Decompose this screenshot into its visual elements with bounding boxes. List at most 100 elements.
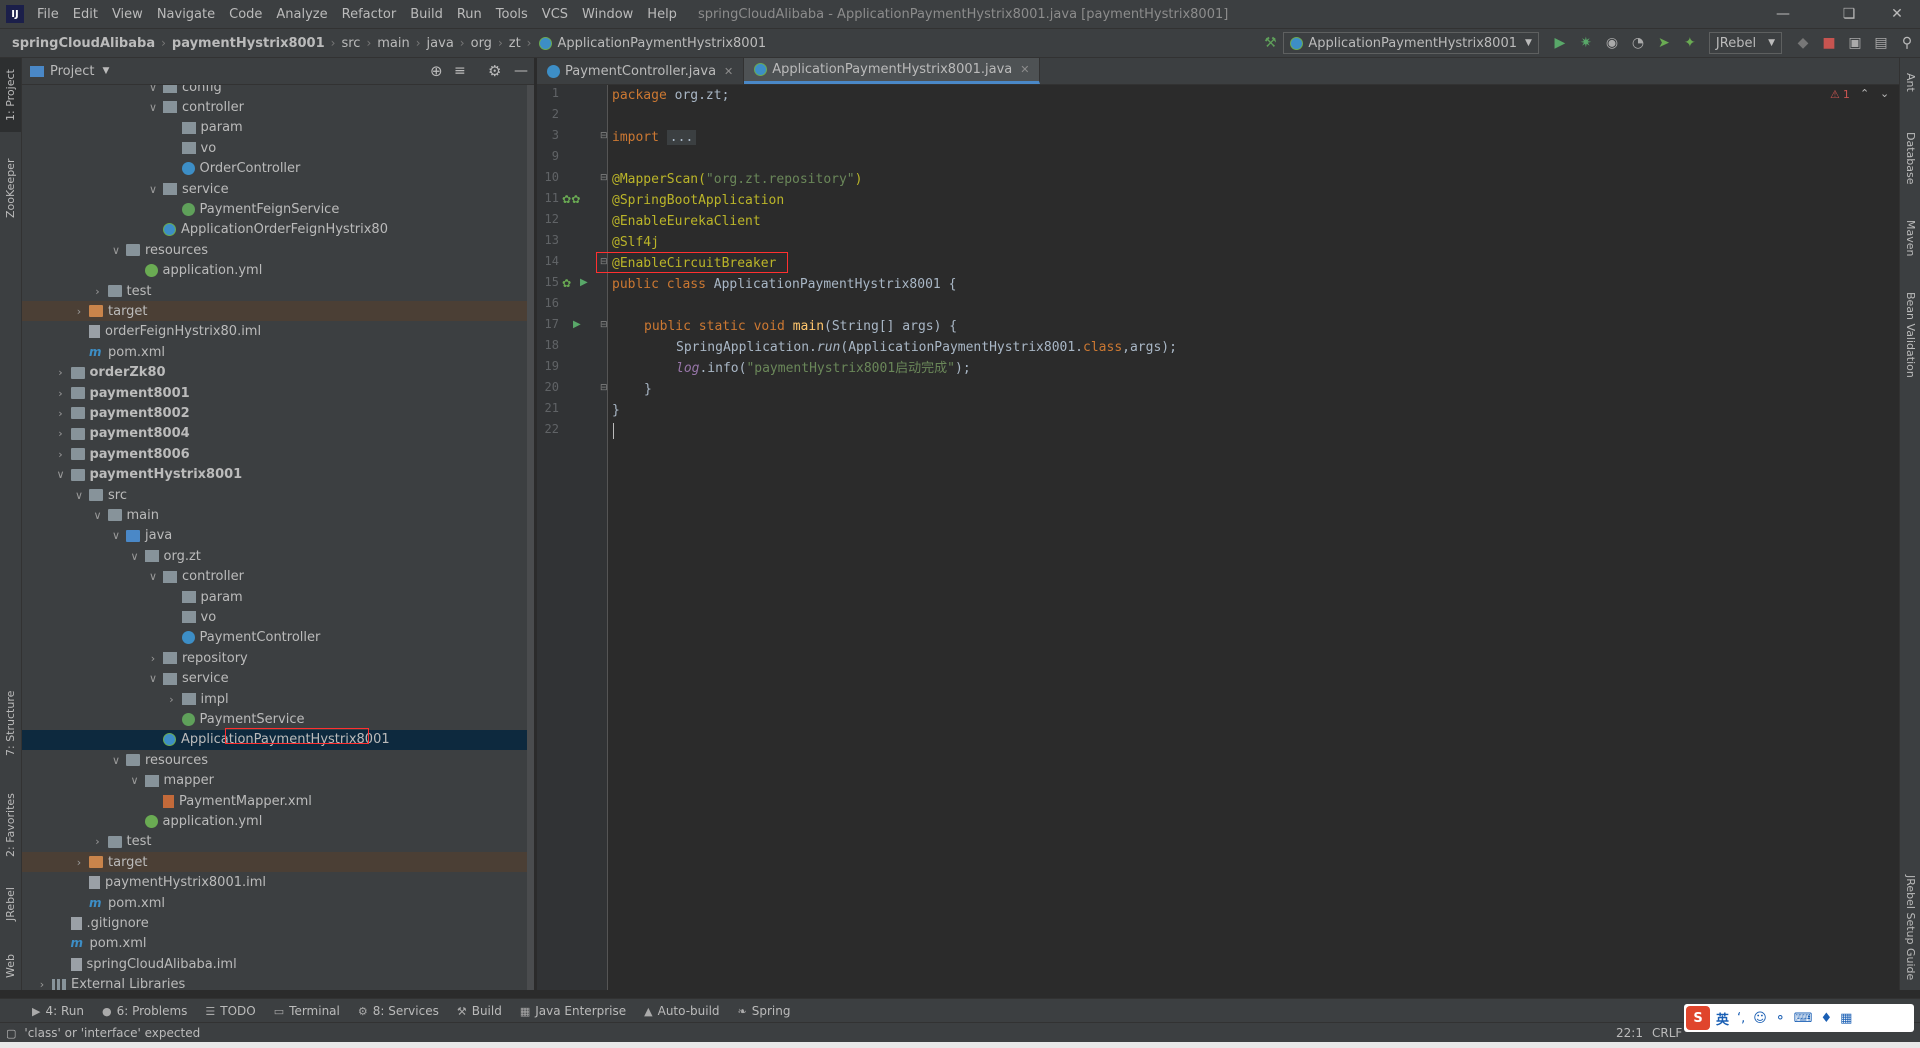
tree-item[interactable]: orderFeignHystrix80.iml — [22, 322, 534, 342]
tree-item[interactable]: ∨ config — [22, 85, 534, 97]
caret-position[interactable]: 22:1 — [1616, 1026, 1643, 1040]
tree-item[interactable]: › test — [22, 281, 534, 301]
chevron-down-icon[interactable]: ∨ — [147, 570, 159, 583]
chevron-down-icon[interactable]: ∨ — [147, 85, 159, 94]
tree-item[interactable]: param — [22, 587, 534, 607]
fold-icon[interactable]: ⊟ — [600, 320, 608, 330]
run-icon[interactable]: ▶ — [1549, 32, 1571, 54]
tree-item[interactable]: ApplicationOrderFeignHystrix80 — [22, 220, 534, 240]
chevron-down-icon[interactable]: ∨ — [147, 101, 159, 114]
tree-item[interactable]: › payment8001 — [22, 383, 534, 403]
tree-item[interactable]: › impl — [22, 689, 534, 709]
chevron-right-icon[interactable]: › — [92, 835, 104, 848]
chevron-down-icon[interactable]: ∨ — [92, 509, 104, 522]
menu-navigate[interactable]: Navigate — [150, 7, 222, 22]
tree-item[interactable]: › target — [22, 301, 534, 322]
fold-icon[interactable]: ⊟ — [600, 173, 608, 183]
chevron-down-icon[interactable]: ∨ — [55, 468, 67, 481]
bottom-tab-spring[interactable]: ❧ Spring — [738, 1004, 791, 1018]
tree-item[interactable]: springCloudAlibaba.iml — [22, 954, 534, 974]
bottom-tab-4-run[interactable]: ▶ 4: Run — [32, 1004, 84, 1018]
chevron-up-icon[interactable]: ⌃ — [1860, 87, 1869, 100]
bottom-tab-java-enterprise[interactable]: ▦ Java Enterprise — [520, 1004, 626, 1018]
menu-code[interactable]: Code — [222, 7, 269, 22]
emoji-icon[interactable]: ☺ — [1753, 1011, 1767, 1026]
search-icon[interactable]: ⚲ — [1896, 32, 1918, 54]
tree-item[interactable]: ∨ main — [22, 505, 534, 525]
restore-icon[interactable]: ❏ — [1826, 0, 1872, 28]
tree-item[interactable]: param — [22, 118, 534, 138]
breadcrumb-main[interactable]: main — [377, 36, 409, 51]
status-window-icon[interactable]: ▢ — [6, 1027, 16, 1040]
run-configuration-select[interactable]: ApplicationPaymentHystrix8001 ▼ — [1283, 32, 1539, 54]
tool-tab-project[interactable]: 1: Project — [0, 58, 21, 132]
chevron-down-icon[interactable]: ∨ — [110, 529, 122, 542]
tree-item[interactable]: PaymentMapper.xml — [22, 791, 534, 811]
menu-vcs[interactable]: VCS — [535, 7, 575, 22]
tree-item[interactable]: › target — [22, 852, 534, 873]
spring-bean-icon[interactable]: ✿ — [562, 277, 571, 290]
breadcrumb-src[interactable]: src — [341, 36, 360, 51]
chevron-down-icon[interactable]: ∨ — [147, 672, 159, 685]
bottom-tab-terminal[interactable]: ▭ Terminal — [274, 1004, 340, 1018]
chevron-right-icon[interactable]: › — [73, 305, 85, 318]
chevron-down-icon[interactable]: ∨ — [129, 550, 141, 563]
spring-bean-icon[interactable]: ✿✿ — [562, 193, 580, 206]
tree-item[interactable]: › External Libraries — [22, 975, 534, 990]
tool-tab-database[interactable]: Database — [1900, 118, 1920, 198]
build-hammer-icon[interactable]: ⚒ — [1259, 32, 1281, 54]
breadcrumb-project[interactable]: springCloudAlibaba — [12, 36, 155, 51]
tree-item[interactable]: › repository — [22, 648, 534, 668]
chevron-right-icon[interactable]: › — [147, 652, 159, 665]
skin-icon[interactable]: ♦ — [1821, 1011, 1833, 1026]
tool-tab-zookeeper[interactable]: ZooKeeper — [0, 146, 21, 230]
tool-tab-jrebel[interactable]: JRebel — [0, 874, 21, 934]
tool-tab-favorites[interactable]: 2: Favorites — [0, 780, 21, 870]
profile-icon[interactable]: ◔ — [1627, 32, 1649, 54]
chevron-right-icon[interactable]: › — [55, 427, 67, 440]
breadcrumb-org[interactable]: org — [471, 36, 492, 51]
tree-item[interactable]: ∨ controller — [22, 97, 534, 117]
tree-item[interactable]: ∨ service — [22, 669, 534, 689]
tree-item[interactable]: › test — [22, 832, 534, 852]
collapse-all-icon[interactable]: ≡ — [454, 63, 466, 79]
chevron-down-icon[interactable]: ⌄ — [1880, 87, 1889, 100]
tree-item[interactable]: vo — [22, 138, 534, 158]
jrebel-run-icon[interactable]: ➤ — [1653, 32, 1675, 54]
bottom-tab-todo[interactable]: ☰ TODO — [205, 1004, 255, 1018]
chevron-down-icon[interactable]: ∨ — [147, 183, 159, 196]
keyboard-icon[interactable]: ⌨ — [1794, 1011, 1813, 1026]
project-view-select[interactable]: Project — [50, 64, 94, 79]
menu-run[interactable]: Run — [450, 7, 489, 22]
project-scrollbar[interactable] — [527, 85, 534, 990]
project-structure-icon[interactable]: ▣ — [1844, 32, 1866, 54]
locate-file-icon[interactable]: ⊕ — [430, 62, 443, 80]
chevron-down-icon[interactable]: ∨ — [110, 244, 122, 257]
tree-item[interactable]: PaymentController — [22, 628, 534, 648]
microphone-icon[interactable]: ⚬ — [1775, 1011, 1786, 1026]
tree-item[interactable]: .gitignore — [22, 913, 534, 933]
line-separator[interactable]: CRLF — [1652, 1026, 1682, 1040]
menu-tools[interactable]: Tools — [489, 7, 535, 22]
bottom-tab-build[interactable]: ⚒ Build — [457, 1004, 502, 1018]
tree-item[interactable]: ∨ mapper — [22, 771, 534, 791]
chevron-down-icon[interactable]: ▼ — [102, 66, 109, 76]
breadcrumb-module[interactable]: paymentHystrix8001 — [172, 36, 325, 51]
jrebel-select[interactable]: JRebel ▼ — [1708, 32, 1782, 54]
tool-tab-bean-validation[interactable]: Bean Validation — [1900, 280, 1920, 390]
folded-imports[interactable]: ... — [666, 130, 697, 145]
tree-item[interactable]: vo — [22, 607, 534, 627]
chevron-right-icon[interactable]: › — [55, 387, 67, 400]
coverage-icon[interactable]: ◉ — [1601, 32, 1623, 54]
tree-item[interactable]: › payment8002 — [22, 403, 534, 423]
presentation-mode-icon[interactable]: ▤ — [1870, 32, 1892, 54]
tool-tab-web[interactable]: Web — [0, 942, 21, 990]
tree-item[interactable]: › orderZk80 — [22, 363, 534, 383]
close-tab-icon[interactable]: ✕ — [1020, 63, 1029, 76]
close-tab-icon[interactable]: ✕ — [724, 65, 733, 78]
bottom-tab-auto-build[interactable]: ▲ Auto-build — [644, 1004, 719, 1018]
run-gutter-icon[interactable]: ▶ — [573, 319, 581, 330]
tree-item[interactable]: paymentHystrix8001.iml — [22, 873, 534, 893]
chevron-down-icon[interactable]: ∨ — [110, 754, 122, 767]
chevron-down-icon[interactable]: ∨ — [129, 774, 141, 787]
